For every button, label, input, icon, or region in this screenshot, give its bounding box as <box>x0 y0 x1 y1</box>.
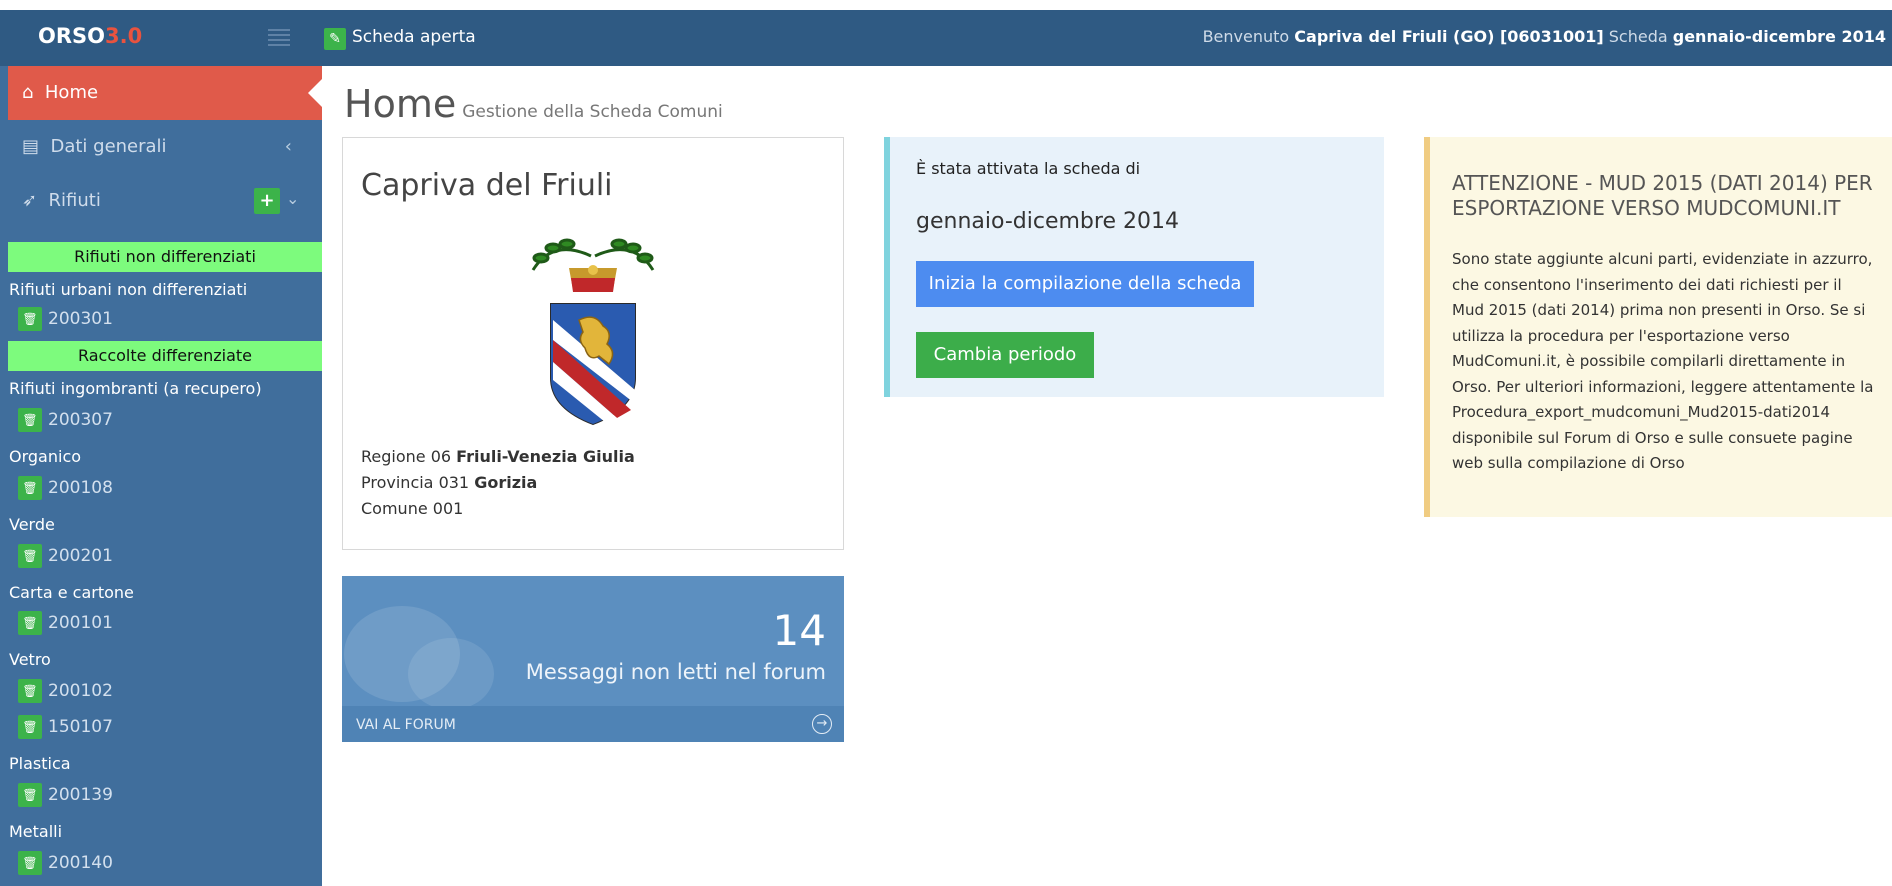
trash-icon[interactable]: 🗑 <box>18 783 42 807</box>
waste-code-item[interactable]: 🗑 200301 <box>18 307 113 333</box>
category-label: Plastica <box>9 754 71 773</box>
welcome-text: Benvenuto Capriva del Friuli (GO) [06031… <box>1202 27 1886 46</box>
info-period: gennaio-dicembre 2014 <box>916 209 1179 234</box>
sidebar-item-label: Home <box>44 82 99 103</box>
trash-icon[interactable]: 🗑 <box>18 679 42 703</box>
rocket-icon: ➶ <box>22 190 38 211</box>
forum-link[interactable]: VAI AL FORUM → <box>342 706 844 742</box>
unread-count: 14 <box>772 606 826 655</box>
waste-code-item[interactable]: 🗑 200108 <box>18 476 113 502</box>
sidebar: ⌂ Home ▤ Dati generali ‹ ➶ Rifiuti + ⌄ R… <box>0 66 322 886</box>
category-label: Metalli <box>9 822 63 841</box>
scheda-status-label: Scheda aperta <box>352 27 476 47</box>
scheda-info-panel: È stata attivata la scheda di gennaio-di… <box>884 137 1384 397</box>
category-label: Organico <box>9 447 82 466</box>
page-title: Home Gestione della Scheda Comuni <box>344 82 723 126</box>
scheda-period: gennaio-dicembre 2014 <box>1672 27 1886 46</box>
page-subtitle: Gestione della Scheda Comuni <box>462 102 723 122</box>
menu-toggle-icon[interactable] <box>268 29 290 47</box>
app-logo[interactable]: ORSO3.0 <box>38 24 142 48</box>
section-header: Rifiuti non differenziati <box>8 242 322 272</box>
document-icon: ▤ <box>22 136 40 157</box>
waste-code-item[interactable]: 🗑 200139 <box>18 783 113 809</box>
waste-code-item[interactable]: 🗑 200140 <box>18 851 113 877</box>
add-rifiuto-button[interactable]: + <box>254 188 280 214</box>
comune-card: Capriva del Friuli Regione 06 Friuli-Ven… <box>342 137 844 550</box>
comune-name: Capriva del Friuli (GO) [06031001] <box>1294 27 1604 46</box>
chevron-down-icon[interactable]: ⌄ <box>286 189 299 208</box>
waste-code-item[interactable]: 🗑 200102 <box>18 679 113 705</box>
coat-of-arms-image <box>531 238 655 426</box>
category-label: Rifiuti ingombranti (a recupero) <box>9 379 262 398</box>
home-icon: ⌂ <box>22 82 34 103</box>
sidebar-item-home[interactable]: ⌂ Home <box>8 66 322 120</box>
pencil-icon: ✎ <box>324 28 346 50</box>
trash-icon[interactable]: 🗑 <box>18 715 42 739</box>
forum-widget[interactable]: 14 Messaggi non letti nel forum VAI AL F… <box>342 576 844 742</box>
trash-icon[interactable]: 🗑 <box>18 544 42 568</box>
waste-code-item[interactable]: 🗑 200101 <box>18 611 113 637</box>
trash-icon[interactable]: 🗑 <box>18 307 42 331</box>
warning-panel: ATTENZIONE - MUD 2015 (DATI 2014) PER ES… <box>1424 137 1892 517</box>
section-header: Raccolte differenziate <box>8 341 322 371</box>
unread-label: Messaggi non letti nel forum <box>525 660 826 684</box>
warning-title: ATTENZIONE - MUD 2015 (DATI 2014) PER ES… <box>1452 171 1873 220</box>
comune-title: Capriva del Friuli <box>361 168 613 203</box>
waste-code-item[interactable]: 🗑 200201 <box>18 544 113 570</box>
trash-icon[interactable]: 🗑 <box>18 408 42 432</box>
category-label: Carta e cartone <box>9 583 134 602</box>
category-label: Rifiuti urbani non differenziati <box>9 280 248 299</box>
category-label: Verde <box>9 515 55 534</box>
sidebar-item-dati-generali[interactable]: ▤ Dati generali ‹ <box>8 122 322 174</box>
chevron-left-icon: ‹ <box>284 136 292 157</box>
waste-code-item[interactable]: 🗑 200307 <box>18 408 113 434</box>
trash-icon[interactable]: 🗑 <box>18 851 42 875</box>
trash-icon[interactable]: 🗑 <box>18 476 42 500</box>
arrow-right-circle-icon[interactable]: → <box>812 714 832 734</box>
top-navbar: ORSO3.0 ✎ Scheda aperta Benvenuto Capriv… <box>0 10 1892 66</box>
category-label: Vetro <box>9 650 51 669</box>
start-compilation-button[interactable]: Inizia la compilazione della scheda <box>916 261 1254 307</box>
trash-icon[interactable]: 🗑 <box>18 611 42 635</box>
comune-details: Regione 06 Friuli-Venezia Giulia Provinc… <box>361 447 635 518</box>
sidebar-item-label: Dati generali <box>50 136 167 157</box>
sidebar-item-rifiuti[interactable]: ➶ Rifiuti + ⌄ <box>8 176 322 228</box>
warning-body: Sono state aggiunte alcuni parti, eviden… <box>1452 250 1874 472</box>
active-indicator <box>308 79 322 107</box>
sidebar-item-label: Rifiuti <box>48 190 101 211</box>
info-text: È stata attivata la scheda di <box>916 159 1141 178</box>
change-period-button[interactable]: Cambia periodo <box>916 332 1094 378</box>
waste-code-item[interactable]: 🗑 150107 <box>18 715 113 741</box>
chat-bubble-icon <box>408 638 494 710</box>
